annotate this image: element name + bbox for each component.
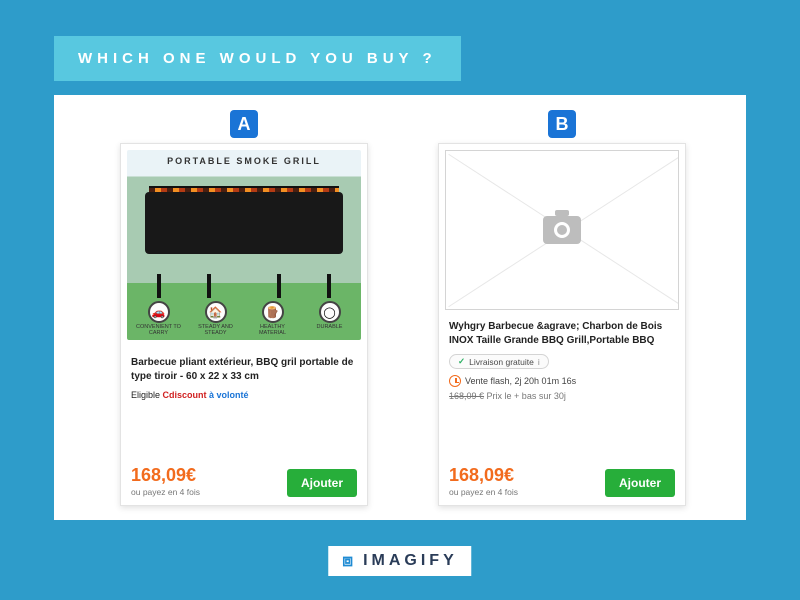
comparison-panel: A B PORTABLE SMOKE GRILL 🚗 CONVENIENT TO … (54, 95, 746, 520)
page-title: WHICH ONE WOULD YOU BUY ? (54, 36, 461, 81)
free-shipping-chip: ✓ Livraison gratuite i (449, 354, 549, 369)
product-b-title[interactable]: Wyhgry Barbecue &agrave; Charbon de Bois… (449, 320, 675, 348)
product-card-a[interactable]: PORTABLE SMOKE GRILL 🚗 CONVENIENT TO CARR… (120, 143, 368, 506)
eligible-suffix: à volonté (207, 390, 249, 400)
grill-body (145, 192, 343, 254)
grill-legs (157, 274, 331, 280)
camera-icon (543, 216, 581, 244)
product-a-image-heading: PORTABLE SMOKE GRILL (127, 156, 361, 166)
add-to-cart-button-b[interactable]: Ajouter (605, 469, 675, 497)
circle-icon: ◯ (319, 301, 341, 323)
clock-icon (449, 375, 461, 387)
info-icon[interactable]: i (538, 357, 540, 367)
feature-label: CONVENIENT TO CARRY (136, 325, 182, 336)
flash-sale-row: Vente flash, 2j 20h 01m 16s (449, 375, 675, 387)
feature-durable: ◯ DURABLE (304, 301, 355, 336)
product-b-old-price: 168,09 € Prix le + bas sur 30j (449, 391, 675, 401)
chip-text: Livraison gratuite (469, 357, 534, 367)
feature-material: 🪵 HEALTHY MATERIAL (247, 301, 298, 336)
product-a-price: 168,09€ (131, 465, 200, 486)
feature-convenient: 🚗 CONVENIENT TO CARRY (133, 301, 184, 336)
log-icon: 🪵 (262, 301, 284, 323)
label-b-badge: B (548, 110, 576, 138)
flash-sale-text: Vente flash, 2j 20h 01m 16s (465, 376, 576, 386)
feature-label: STEADY AND STEADY (193, 325, 239, 336)
product-b-pay4: ou payez en 4 fois (449, 487, 518, 497)
product-a-image: PORTABLE SMOKE GRILL 🚗 CONVENIENT TO CARR… (127, 150, 361, 340)
product-a-eligibility: Eligible Cdiscount à volonté (131, 390, 357, 400)
imagify-logo: ⧈ IMAGIFY (328, 546, 471, 576)
product-card-b[interactable]: Wyhgry Barbecue &agrave; Charbon de Bois… (438, 143, 686, 506)
feature-label: HEALTHY MATERIAL (250, 325, 296, 336)
feature-steady: 🏠 STEADY AND STEADY (190, 301, 241, 336)
add-to-cart-button-a[interactable]: Ajouter (287, 469, 357, 497)
eligible-prefix: Eligible (131, 390, 163, 400)
house-icon: 🏠 (205, 301, 227, 323)
feature-label: DURABLE (317, 325, 343, 331)
product-b-price: 168,09€ (449, 465, 518, 486)
product-a-pay4: ou payez en 4 fois (131, 487, 200, 497)
old-price-value: 168,09 € (449, 391, 484, 401)
car-icon: 🚗 (148, 301, 170, 323)
old-price-note: Prix le + bas sur 30j (484, 391, 566, 401)
product-a-feature-row: 🚗CONVENIENT TO CARRY 🏠STEADY AND STEADY … (133, 301, 355, 336)
check-icon: ✓ (458, 356, 465, 367)
imagify-icon: ⧈ (342, 551, 357, 571)
product-b-image-placeholder (445, 150, 679, 310)
imagify-text: IMAGIFY (363, 552, 458, 570)
label-a-badge: A (230, 110, 258, 138)
product-a-title[interactable]: Barbecue pliant extérieur, BBQ gril port… (131, 356, 357, 384)
eligible-brand: Cdiscount (163, 390, 207, 400)
